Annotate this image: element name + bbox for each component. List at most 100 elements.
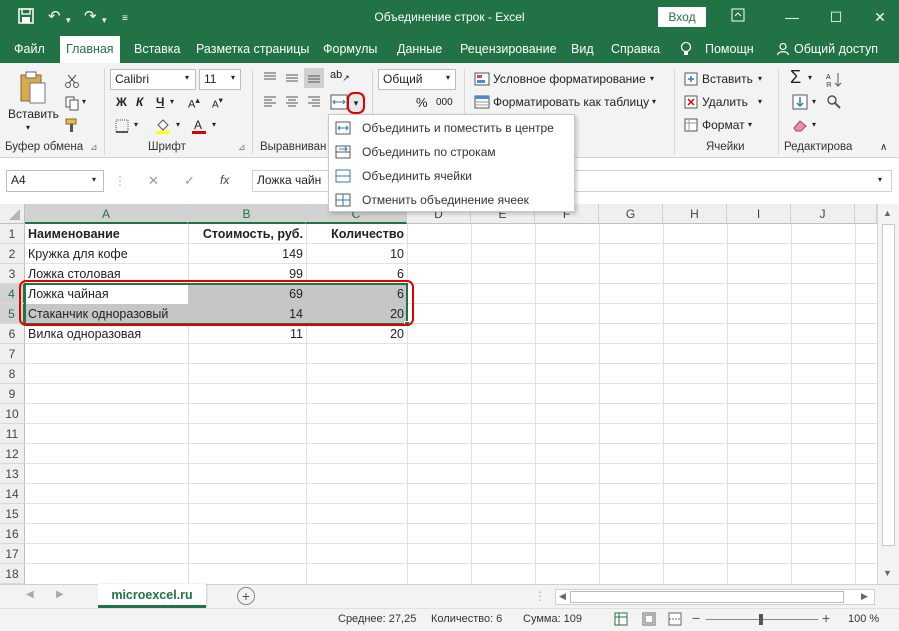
- tab-review[interactable]: Рецензирование: [460, 36, 557, 63]
- autosum-icon[interactable]: Σ: [790, 67, 801, 88]
- align-right-icon[interactable]: [306, 95, 322, 112]
- column-header-i[interactable]: I: [727, 204, 791, 224]
- scroll-right-icon[interactable]: ▶: [861, 591, 868, 602]
- horizontal-scroll-thumb[interactable]: [570, 591, 844, 603]
- fill-down-dropdown-icon[interactable]: ▾: [812, 97, 816, 106]
- tab-share[interactable]: Общий доступ: [794, 36, 878, 63]
- row-header-8[interactable]: 8: [0, 364, 25, 384]
- underline-dropdown-icon[interactable]: ▾: [170, 97, 174, 106]
- scroll-up-icon[interactable]: ▲: [883, 208, 892, 218]
- copy-icon[interactable]: [64, 95, 80, 114]
- menu-item-merge-cells[interactable]: Объединить ячейки: [329, 164, 574, 188]
- find-select-icon[interactable]: [826, 94, 842, 113]
- normal-view-icon[interactable]: [614, 612, 628, 629]
- page-layout-view-icon[interactable]: [642, 612, 656, 629]
- insert-cells-icon[interactable]: [684, 72, 698, 89]
- column-header-k[interactable]: [855, 204, 877, 224]
- table-cell[interactable]: 149: [188, 244, 306, 264]
- minimize-icon[interactable]: —: [782, 7, 802, 27]
- percent-button[interactable]: %: [416, 95, 428, 110]
- delete-cells-dropdown-icon[interactable]: ▾: [758, 97, 762, 106]
- merge-center-icon[interactable]: [330, 94, 348, 113]
- borders-icon[interactable]: [114, 118, 130, 137]
- format-painter-icon[interactable]: [64, 117, 80, 136]
- align-top-icon[interactable]: [262, 71, 278, 88]
- align-left-icon[interactable]: [262, 95, 278, 112]
- tab-view[interactable]: Вид: [571, 36, 594, 63]
- name-box-dropdown-icon[interactable]: ▾: [92, 175, 96, 184]
- column-header-j[interactable]: J: [791, 204, 855, 224]
- insert-function-icon[interactable]: fx: [220, 173, 229, 187]
- row-header-9[interactable]: 9: [0, 384, 25, 404]
- tab-splitter-icon[interactable]: ⋮: [534, 589, 546, 603]
- clear-icon[interactable]: [792, 118, 808, 135]
- vertical-scroll-thumb[interactable]: [882, 224, 895, 546]
- cut-icon[interactable]: [64, 73, 80, 92]
- table-header-name[interactable]: Наименование: [25, 224, 188, 244]
- login-button[interactable]: Вход: [658, 7, 706, 27]
- zoom-slider-thumb[interactable]: [759, 614, 763, 625]
- column-header-g[interactable]: G: [599, 204, 663, 224]
- thousands-button[interactable]: 000: [436, 97, 453, 108]
- align-bottom-icon[interactable]: [304, 68, 324, 88]
- delete-cells-button[interactable]: Удалить: [702, 95, 748, 109]
- tab-help[interactable]: Справка: [611, 36, 660, 63]
- font-name-dropdown-icon[interactable]: ▾: [185, 73, 189, 82]
- align-center-icon[interactable]: [284, 95, 300, 112]
- paste-label[interactable]: Вставить: [8, 107, 59, 121]
- menu-item-unmerge-cells[interactable]: Отменить объединение ячеек: [329, 188, 574, 212]
- ribbon-display-icon[interactable]: [728, 7, 748, 27]
- font-color-icon[interactable]: A: [190, 117, 208, 138]
- align-middle-icon[interactable]: [284, 71, 300, 88]
- italic-button[interactable]: К: [136, 95, 143, 109]
- autosum-dropdown-icon[interactable]: ▾: [808, 73, 812, 82]
- zoom-out-icon[interactable]: −: [692, 610, 700, 626]
- close-icon[interactable]: ✕: [870, 7, 890, 27]
- tab-data[interactable]: Данные: [397, 36, 442, 63]
- table-header-qty[interactable]: Количество: [306, 224, 407, 244]
- menu-item-merge-across[interactable]: Объединить по строкам: [329, 140, 574, 164]
- decrease-font-icon[interactable]: A▾: [212, 95, 223, 110]
- row-header-1[interactable]: 1: [0, 224, 25, 244]
- row-header-16[interactable]: 16: [0, 524, 25, 544]
- row-header-7[interactable]: 7: [0, 344, 25, 364]
- clear-dropdown-icon[interactable]: ▾: [812, 120, 816, 129]
- add-sheet-icon[interactable]: +: [237, 587, 255, 605]
- number-format-dropdown-icon[interactable]: ▾: [446, 73, 450, 82]
- conditional-formatting-icon[interactable]: [474, 72, 490, 89]
- format-as-table-button[interactable]: Форматировать как таблицу: [493, 95, 649, 109]
- orientation-icon[interactable]: ab↗: [330, 69, 350, 84]
- font-color-dropdown-icon[interactable]: ▾: [212, 120, 216, 129]
- column-header-b[interactable]: B: [188, 204, 306, 224]
- name-box[interactable]: A4: [6, 170, 104, 192]
- fill-color-icon[interactable]: [154, 117, 172, 138]
- share-user-icon[interactable]: [776, 36, 790, 63]
- conditional-formatting-button[interactable]: Условное форматирование: [493, 72, 646, 86]
- tab-page-layout[interactable]: Разметка страницы: [196, 36, 309, 63]
- table-cell[interactable]: Вилка одноразовая: [25, 324, 188, 344]
- row-header-13[interactable]: 13: [0, 464, 25, 484]
- sort-filter-icon[interactable]: АЯ: [826, 71, 842, 92]
- row-header-14[interactable]: 14: [0, 484, 25, 504]
- format-cells-button[interactable]: Формат: [702, 118, 745, 132]
- increase-font-icon[interactable]: A▴: [188, 95, 200, 111]
- next-sheet-icon[interactable]: ▶: [56, 589, 64, 600]
- prev-sheet-icon[interactable]: ◀: [26, 589, 34, 600]
- font-size-dropdown-icon[interactable]: ▾: [231, 73, 235, 82]
- page-break-view-icon[interactable]: [668, 612, 682, 629]
- number-format-box[interactable]: Общий: [378, 69, 456, 90]
- insert-cells-button[interactable]: Вставить: [702, 72, 753, 86]
- sheet-tab-active[interactable]: microexcel.ru: [98, 584, 206, 608]
- table-cell[interactable]: 11: [188, 324, 306, 344]
- column-header-a[interactable]: A: [25, 204, 188, 224]
- insert-cells-dropdown-icon[interactable]: ▾: [758, 74, 762, 83]
- cancel-entry-icon[interactable]: ✕: [148, 173, 159, 189]
- row-header-12[interactable]: 12: [0, 444, 25, 464]
- confirm-entry-icon[interactable]: ✓: [184, 173, 195, 189]
- font-launcher-icon[interactable]: ⊿: [238, 142, 246, 153]
- select-all-corner[interactable]: [0, 204, 25, 224]
- row-header-17[interactable]: 17: [0, 544, 25, 564]
- vertical-scrollbar[interactable]: ▲ ▼: [877, 204, 899, 584]
- lightbulb-icon[interactable]: [680, 36, 692, 63]
- scroll-down-icon[interactable]: ▼: [883, 568, 892, 578]
